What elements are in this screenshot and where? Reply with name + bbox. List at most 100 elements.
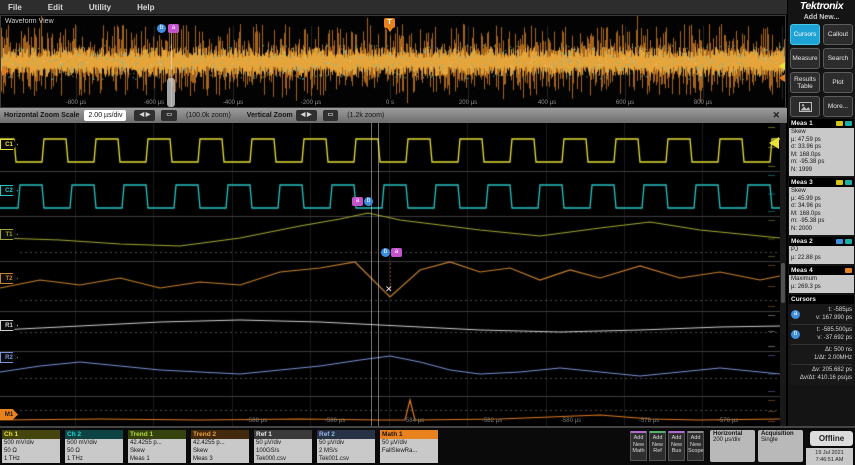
zoomed-waveform-view: a b b a ✕ C1 C2 T1 T2 R1 R2 M1 -588 µs -586 µs -… xyxy=(0,123,787,426)
zoom-waveform-canvas[interactable] xyxy=(0,123,785,426)
measurement-name: PJ xyxy=(791,247,799,253)
channel-badge-trend-1[interactable]: Trend 1 42.4255 p... Skew Meas 1 xyxy=(128,430,186,463)
cursor-a-badge[interactable]: a xyxy=(391,248,402,257)
panel-title-label: Meas 4 xyxy=(791,267,813,274)
date-value: 19 Jul 2021 xyxy=(815,450,844,456)
badge-title: Trend 2 xyxy=(191,430,249,439)
cursor-b-badge[interactable]: b xyxy=(381,248,390,257)
source-chip xyxy=(845,121,852,126)
menu-edit[interactable]: Edit xyxy=(48,3,63,12)
level-marker-icon xyxy=(779,74,785,82)
acquisition-settings-panel[interactable]: Acquisition Single xyxy=(758,430,803,462)
menu-file[interactable]: File xyxy=(8,3,22,12)
cursors-button[interactable]: Cursors xyxy=(790,24,820,45)
measure-button[interactable]: Measure xyxy=(790,48,820,69)
datetime-display[interactable]: 19 Jul 2021 7:46:51 AM xyxy=(806,448,853,465)
overview-time-label: 0 s xyxy=(385,100,395,106)
badge-line: 42.4255 p... xyxy=(193,440,225,446)
badge-title: Math 1 xyxy=(380,430,438,439)
h-zoom-step-buttons[interactable]: ◀ ▶ xyxy=(134,110,156,121)
source-chip xyxy=(836,121,843,126)
cursor-readout-group: Δt: 500 ns 1/Δt: 2.00MHz xyxy=(791,345,852,365)
measurement-name: Skew xyxy=(791,188,806,194)
channel-badge-ref-2[interactable]: Ref 2 50 µV/div 2 MS/s Tek001.csv xyxy=(317,430,375,463)
offline-button[interactable]: Offline xyxy=(810,431,853,446)
channel-badge-ch-1[interactable]: Ch 1 500 mV/div 50 Ω 1 THz xyxy=(2,430,60,463)
cursor-value: t: -585µs xyxy=(828,307,852,313)
meas-1-title[interactable]: Meas 1 xyxy=(789,119,854,128)
overview-time-label: -800 µs xyxy=(65,100,87,106)
measurement-stat: σ: 34.96 ps xyxy=(791,203,822,209)
channel-badge-ref-1[interactable]: Ref 1 50 µV/div 100GS/s Tek000.csv xyxy=(254,430,312,463)
overview-waveform-canvas[interactable] xyxy=(1,16,785,107)
h-zoom-scale-input[interactable]: 2.00 µs/div xyxy=(84,110,127,121)
cursors-panel-title[interactable]: Cursors xyxy=(789,295,854,304)
channel-badge-ch-2[interactable]: Ch 2 500 mV/div 50 Ω 1 THz xyxy=(65,430,123,463)
zoom-position-handle[interactable] xyxy=(167,78,175,107)
measurement-stat: m: -95.38 ps xyxy=(791,159,825,165)
meas-2-title[interactable]: Meas 2 xyxy=(789,237,854,246)
add-new-scope-button[interactable]: Add New Scope xyxy=(687,431,704,461)
horizontal-scale-value: 200 µs/div xyxy=(713,437,741,443)
zoom-time-label: -580 µs xyxy=(560,418,582,424)
add-new-math-button[interactable]: Add New Math xyxy=(630,431,647,461)
ch1-level-arrow-icon[interactable] xyxy=(769,137,779,149)
badge-title: Ch 1 xyxy=(2,430,60,439)
menu-help[interactable]: Help xyxy=(137,3,154,12)
badge-line: Meas 1 xyxy=(130,456,150,462)
results-table-button[interactable]: Results Table xyxy=(790,72,820,93)
cursor-a-badge[interactable]: a xyxy=(168,24,179,33)
badge-line: 50 µV/div xyxy=(319,440,345,446)
horizontal-settings-panel[interactable]: Horizontal 200 µs/div xyxy=(710,430,755,462)
plot-button[interactable]: Plot xyxy=(823,72,853,93)
screenshot-button[interactable] xyxy=(790,96,820,117)
cursor-a-badge[interactable]: a xyxy=(352,197,363,206)
badge-line: Skew xyxy=(193,448,208,454)
trigger-arrow-icon xyxy=(387,28,393,32)
v-zoom-label: Vertical Zoom xyxy=(246,112,293,119)
panel-title-label: Cursors xyxy=(791,296,816,303)
measurement-stat: N: 2000 xyxy=(791,225,813,232)
add-new-ref-button[interactable]: Add New Ref xyxy=(649,431,666,461)
channel-badge-math-1[interactable]: Math 1 50 µV/div FallSlewRa... xyxy=(380,430,438,463)
zoom-time-label: -588 µs xyxy=(246,418,268,424)
meas-3-title[interactable]: Meas 3 xyxy=(789,178,854,187)
channel-badge-trend-2[interactable]: Trend 2 42.4255 p... Skew Meas 3 xyxy=(191,430,249,463)
zoom-vertical-scrollbar[interactable] xyxy=(780,123,786,426)
v-zoom-reset-button[interactable]: ▭ xyxy=(322,110,339,121)
bottom-bar: Ch 1 500 mV/div 50 Ω1 THz Ch 2 500 mV/div 50 … xyxy=(0,426,855,465)
measurement-stat: µ: 45.99 ps xyxy=(791,195,821,202)
meas-4-readout: Maximum µ: 269.3 ps xyxy=(789,275,854,293)
callout-button[interactable]: Callout xyxy=(823,24,853,45)
overview-time-label: -600 µs xyxy=(143,100,165,106)
badge-line: 1 THz xyxy=(4,456,20,462)
search-button[interactable]: Search xyxy=(823,48,853,69)
measurement-name: Skew xyxy=(791,129,806,135)
tektronix-logo: Tektronix xyxy=(799,0,844,12)
source-chip xyxy=(845,268,852,273)
add-new-bus-button[interactable]: Add New Bus xyxy=(668,431,685,461)
cursor-b-badge[interactable]: b xyxy=(364,197,373,206)
badge-details: 500 mV/div 50 Ω 1 THz xyxy=(65,439,123,463)
more-button[interactable]: More... xyxy=(823,96,853,117)
channel-marker-icon xyxy=(2,66,9,76)
measurement-stat: m: -95.38 ps xyxy=(791,218,825,224)
cursor-b-line[interactable] xyxy=(378,123,379,426)
overview-time-label: 200 µs xyxy=(458,100,478,106)
cursor-b-badge[interactable]: b xyxy=(157,24,166,33)
add-new-button-grid: Cursors Callout Measure Search Results Table… xyxy=(788,24,855,117)
waveform-overview: Waveform View b a T -800 µs -600 µs -400 µ… xyxy=(0,15,786,108)
badge-details: 42.4255 p... Skew Meas 1 xyxy=(128,439,186,463)
badge-line: 50 µV/div xyxy=(382,440,408,446)
measurement-stat: µ: 47.59 ps xyxy=(791,136,821,143)
menu-utility[interactable]: Utility xyxy=(89,3,111,12)
time-value: 7:46:51 AM xyxy=(815,457,844,463)
overview-time-label: 800 µs xyxy=(693,100,713,106)
close-zoom-icon[interactable]: ✕ xyxy=(772,110,780,121)
trigger-marker[interactable]: T xyxy=(384,18,395,28)
measurement-name: Maximum xyxy=(791,276,818,282)
v-zoom-step-buttons[interactable]: ◀ ▶ xyxy=(295,110,317,121)
h-zoom-reset-button[interactable]: ▭ xyxy=(161,110,178,121)
cursor-a-line[interactable] xyxy=(371,123,372,426)
meas-4-title[interactable]: Meas 4 xyxy=(789,266,854,275)
